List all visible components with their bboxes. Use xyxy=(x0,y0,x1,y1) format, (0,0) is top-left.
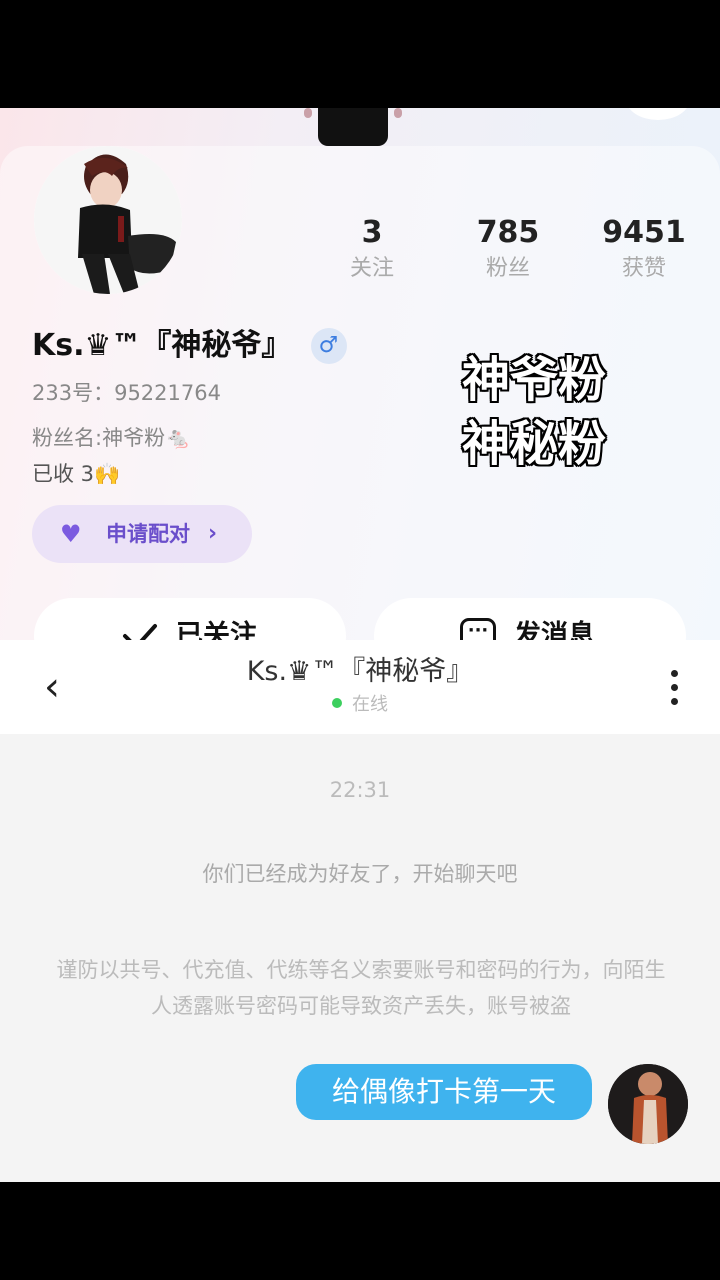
check-icon xyxy=(122,598,158,640)
name-row: Ks.♛™『神秘爷』 ♂ xyxy=(32,326,347,366)
message-timestamp: 22:31 xyxy=(329,778,391,802)
overlay-caption-2: 神秘粉 xyxy=(462,416,607,472)
chat-bubble-icon: ··· xyxy=(460,618,496,640)
male-icon: ♂ xyxy=(310,328,347,364)
bottom-letterbox xyxy=(0,1182,720,1280)
online-status-label: 在线 xyxy=(352,694,388,715)
online-dot-icon xyxy=(332,698,342,708)
message-bubble[interactable]: 给偶像打卡第一天 xyxy=(296,1064,592,1120)
likes-label: 获赞 xyxy=(621,256,666,281)
likes-stat[interactable]: 9451 获赞 xyxy=(589,214,699,286)
chat-header: ‹ Ks.♛™『神秘爷』 在线 xyxy=(0,640,720,734)
system-message-warning: 谨防以共号、代充值、代练等名义索要账号和密码的行为，向陌生人透露账号密码可能导致… xyxy=(56,958,666,1018)
banner-figure xyxy=(304,108,402,146)
received-count: 已收 3🙌 xyxy=(32,462,121,486)
more-options-icon[interactable] xyxy=(660,666,690,710)
profile-section: 3 关注 785 粉丝 9451 获赞 Ks.♛™『神秘爷』 ♂ 233号：95… xyxy=(0,108,720,640)
send-message-button[interactable]: ··· 发消息 xyxy=(374,598,686,640)
send-message-label: 发消息 xyxy=(514,620,595,640)
banner-decoration xyxy=(626,108,690,120)
followed-button[interactable]: 已关注 xyxy=(34,598,346,640)
profile-stats: 3 关注 785 粉丝 9451 获赞 xyxy=(320,214,710,294)
apply-pair-button[interactable]: ♥ 申请配对 › xyxy=(32,505,252,563)
system-message-friend: 你们已经成为好友了，开始聊天吧 xyxy=(202,862,518,886)
likes-count: 9451 xyxy=(602,215,686,250)
profile-avatar[interactable] xyxy=(34,146,182,294)
following-stat[interactable]: 3 关注 xyxy=(317,214,427,286)
avatar-illustration xyxy=(34,146,182,294)
my-avatar-illustration xyxy=(608,1064,688,1144)
profile-name: Ks.♛™『神秘爷』 xyxy=(32,328,292,363)
chat-body[interactable]: 22:31 你们已经成为好友了，开始聊天吧 谨防以共号、代充值、代练等名义索要账… xyxy=(0,734,720,1182)
fans-stat[interactable]: 785 粉丝 xyxy=(453,214,563,286)
fan-name: 粉丝名:神爷粉🐁 xyxy=(32,426,192,450)
my-avatar[interactable] xyxy=(608,1064,688,1144)
chat-title: Ks.♛™『神秘爷』 xyxy=(246,656,474,687)
apply-pair-label: 申请配对 xyxy=(106,522,190,546)
following-label: 关注 xyxy=(349,256,394,281)
heart-icon: ♥ xyxy=(60,520,82,548)
fans-label: 粉丝 xyxy=(485,256,530,281)
profile-card: 3 关注 785 粉丝 9451 获赞 Ks.♛™『神秘爷』 ♂ 233号：95… xyxy=(0,146,720,640)
overlay-caption-1: 神爷粉 xyxy=(462,352,607,408)
online-status: 在线 xyxy=(0,692,720,718)
followed-label: 已关注 xyxy=(176,620,257,640)
chevron-right-icon: › xyxy=(208,521,218,546)
top-letterbox xyxy=(0,0,720,108)
user-id: 233号：95221764 xyxy=(32,381,221,405)
following-count: 3 xyxy=(361,215,383,250)
fans-count: 785 xyxy=(476,215,540,250)
